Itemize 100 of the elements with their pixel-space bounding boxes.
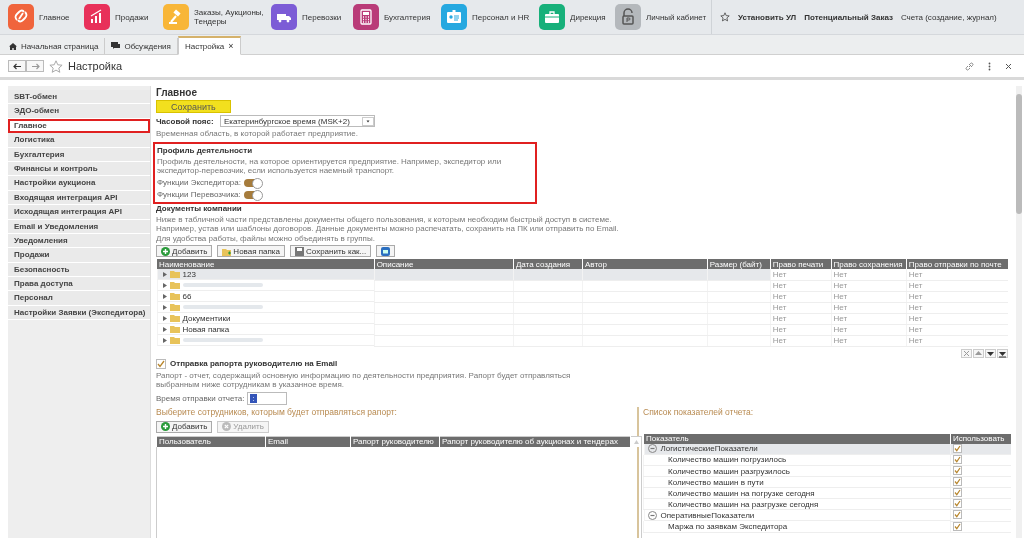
tab-label: Начальная страница	[21, 41, 99, 51]
field-label: Время отправки отчета:	[156, 393, 245, 403]
toggle-switch[interactable]	[243, 178, 262, 187]
tab[interactable]: Настройка ×	[177, 36, 241, 55]
nav-section[interactable]: Персонал и HR	[441, 0, 539, 34]
checkbox[interactable]	[953, 443, 962, 453]
quick-link[interactable]: Счета (создание, журнал)	[900, 12, 997, 22]
star-icon[interactable]	[720, 12, 730, 22]
table-cell: Нет	[831, 280, 907, 291]
envelope-icon	[381, 246, 391, 256]
folder-icon	[169, 292, 180, 300]
tab[interactable]: Начальная страница	[3, 38, 106, 54]
table-cell: Нет	[770, 280, 832, 291]
table-cell: 66	[182, 291, 192, 301]
table-cell: Нет	[831, 335, 907, 346]
tree-item[interactable]: Количество машин разгрузилось	[668, 466, 790, 476]
table-cell: Нет	[831, 291, 907, 302]
sidebar-item[interactable]: ЭДО-обмен	[8, 104, 150, 119]
home-icon	[9, 42, 17, 50]
quick-link[interactable]: Потенциальный Заказ	[804, 12, 893, 22]
checkbox[interactable]	[953, 477, 962, 486]
tree-item[interactable]: Количество машин погрузилось	[668, 455, 787, 465]
sidebar-item[interactable]: Продажи	[8, 248, 150, 263]
toggle-switch[interactable]	[243, 190, 262, 199]
description-text: Рапорт - отчет, содержащий основную информацию по деятельности предприятия. Рапорт будет отправляться выбранным ниже сотрудникам в указанное время.	[156, 370, 572, 390]
tree-item[interactable]: Количество машин на разгрузке сегодня	[668, 499, 819, 509]
checkbox[interactable]	[953, 466, 962, 475]
column-header[interactable]: Описание	[374, 259, 514, 269]
checkbox[interactable]	[953, 499, 962, 508]
link-icon[interactable]	[965, 61, 974, 71]
sidebar-item[interactable]: SBT-обмен	[8, 90, 150, 105]
tab[interactable]: Обсуждения	[105, 38, 178, 54]
nav-section[interactable]: Заказы, Аукционы, Тендеры	[163, 0, 271, 34]
column-header[interactable]: Email	[265, 436, 351, 447]
more-icon[interactable]	[988, 61, 991, 71]
star-icon[interactable]	[49, 59, 63, 73]
table-cell: Документики	[182, 313, 231, 323]
nav-section[interactable]: Перевозки	[271, 0, 353, 34]
table-cell: Нет	[906, 302, 1008, 313]
pager-button[interactable]	[997, 348, 1008, 358]
sidebar-item[interactable]: Исходящая интеграция API	[8, 205, 150, 220]
quick-link[interactable]: Установить УЛ	[738, 12, 797, 22]
table-cell: Нет	[770, 269, 832, 280]
sidebar-item[interactable]: Логистика	[8, 133, 150, 148]
checkmark-icon	[157, 359, 165, 368]
collapse-icon[interactable]	[647, 510, 657, 520]
scrollbar[interactable]	[1016, 86, 1022, 538]
column-header[interactable]: Право сохранения	[831, 259, 907, 269]
delete-icon	[222, 422, 232, 431]
tree-item[interactable]: Количество машин на погрузке сегодня	[668, 488, 815, 498]
collapse-icon[interactable]	[647, 444, 657, 453]
toolbar-button[interactable]: Новая папка	[217, 245, 285, 257]
column-header[interactable]: Автор	[582, 259, 708, 269]
section-title: Выберите сотрудников, которым будет отправляться рапорт:	[156, 406, 398, 418]
back-arrow-icon	[12, 62, 22, 70]
nav-section[interactable]: Личный кабинет	[615, 0, 711, 34]
column-header[interactable]: Пользователь	[156, 436, 266, 447]
table-cell: Нет	[906, 335, 1008, 346]
nav-section[interactable]: Бухгалтерия	[353, 0, 441, 34]
chat-icon	[111, 42, 121, 50]
tree-item[interactable]: ОперативныеПоказатели	[660, 510, 755, 520]
save-button[interactable]: Сохранить	[156, 100, 231, 113]
column-header[interactable]: Использовать	[950, 433, 1011, 444]
back-button[interactable]	[8, 60, 26, 72]
column-header[interactable]: Наименование	[156, 259, 375, 269]
tree-item[interactable]: Маржа по заявкам Экспедитора	[668, 521, 788, 531]
nav-section[interactable]: Главное	[8, 0, 84, 34]
tree-item[interactable]: Количество машин в пути	[668, 477, 764, 487]
sidebar-item[interactable]: Права доступа	[8, 277, 150, 292]
time-field[interactable]: :	[247, 391, 288, 405]
checkbox[interactable]	[953, 510, 962, 520]
section-title: Список показателей отчета:	[643, 406, 755, 418]
add-icon	[161, 422, 170, 431]
sidebar-item[interactable]: Настройки аукциона	[8, 176, 150, 191]
icon-button[interactable]	[376, 245, 396, 257]
column-header[interactable]: Право печати	[770, 259, 832, 269]
column-header[interactable]: Рапорт руководителю	[350, 436, 440, 447]
column-header[interactable]: Право отправки по почте	[906, 259, 1008, 269]
checkbox[interactable]	[953, 488, 962, 497]
toolbar-button[interactable]: Добавить	[156, 420, 213, 433]
section-heading: Главное	[156, 87, 198, 99]
nav-section[interactable]: Продажи	[84, 0, 163, 34]
checkbox[interactable]	[156, 358, 166, 369]
checkbox[interactable]	[953, 521, 962, 531]
table-cell: Нет	[831, 313, 907, 324]
nav-section[interactable]: Дирекция	[539, 0, 615, 34]
column-header[interactable]: Рапорт руководителю об аукционах и тендерах	[439, 436, 631, 447]
table-cell: Нет	[770, 335, 832, 346]
checkbox[interactable]	[953, 455, 962, 464]
table-cell: Нет	[906, 291, 1008, 302]
table-cell: Нет	[770, 313, 832, 324]
pager-button[interactable]	[985, 348, 996, 358]
close-tab-button[interactable]: ×	[228, 41, 234, 51]
timezone-select[interactable]: Екатеринбургское время (MSK+2)	[220, 115, 375, 127]
sidebar-item[interactable]: Персонал	[8, 291, 150, 306]
column-header[interactable]: Показатель	[643, 433, 951, 444]
toolbar-button[interactable]: Добавить	[156, 245, 213, 257]
close-icon[interactable]	[1005, 62, 1012, 70]
dropdown-caret-icon[interactable]	[362, 116, 374, 126]
toolbar-button[interactable]: Сохранить как...	[290, 245, 372, 257]
